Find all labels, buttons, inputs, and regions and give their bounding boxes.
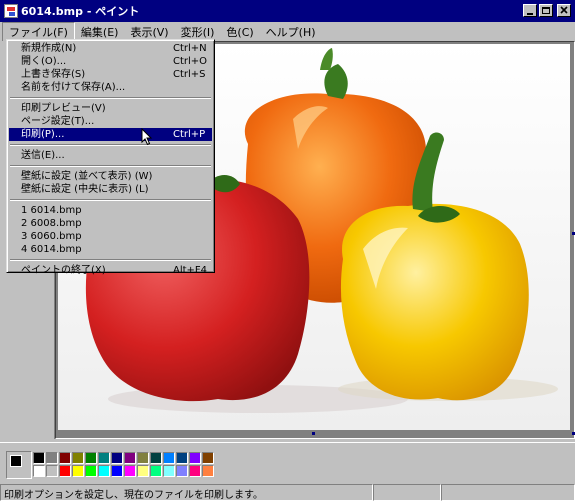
menu-item-label: 壁紙に設定 (並べて表示) (W) [21,171,153,182]
paint-app-icon[interactable] [4,4,18,18]
resize-handle-bottom[interactable] [312,432,315,435]
menu-item-label: 名前を付けて保存(A)... [21,82,126,93]
maximize-button[interactable] [539,4,553,17]
menu-item-label: ペイントの終了(X) [21,265,106,276]
menu-separator [9,256,212,264]
menu-item-shortcut: Ctrl+N [173,43,207,54]
menu-item-shortcut: Ctrl+S [173,69,206,80]
menu-item-shortcut: Ctrl+P [173,129,206,140]
palette-swatch[interactable] [202,465,214,477]
status-coords [373,484,441,501]
menu-item-label: 印刷プレビュー(V) [21,103,106,114]
palette-swatch[interactable] [124,465,136,477]
menu-edit[interactable]: 編集(E) [75,23,125,41]
menu-image[interactable]: 変形(I) [175,23,221,41]
menu-item-label: 1 6014.bmp [21,205,82,216]
palette-swatch[interactable] [85,452,97,464]
status-message: 印刷オプションを設定し、現在のファイルを印刷します。 [0,484,373,501]
file-menu-item[interactable]: 新規作成(N) Ctrl+N [9,42,212,55]
menu-item-label: 新規作成(N) [21,43,77,54]
palette-swatch[interactable] [59,465,71,477]
menu-item-label: 印刷(P)... [21,129,65,140]
palette-swatch[interactable] [33,465,45,477]
status-bar: 印刷オプションを設定し、現在のファイルを印刷します。 [0,484,575,501]
palette-swatch[interactable] [124,452,136,464]
mouse-cursor-icon [141,128,153,146]
file-menu-item[interactable]: 3 6060.bmp [9,230,212,243]
palette-swatch[interactable] [137,465,149,477]
palette-swatch[interactable] [98,465,110,477]
menu-item-shortcut: Alt+F4 [173,265,208,276]
palette-swatch[interactable] [176,452,188,464]
menu-colors[interactable]: 色(C) [220,23,259,41]
menu-help[interactable]: ヘルプ(H) [260,23,322,41]
window-title: 6014.bmp - ペイント [21,5,140,18]
palette-swatch[interactable] [46,452,58,464]
close-button[interactable] [557,4,571,17]
window-controls [523,4,571,17]
menu-item-label: 3 6060.bmp [21,231,82,242]
palette-swatch[interactable] [189,452,201,464]
file-menu-item[interactable]: 名前を付けて保存(A)... [9,81,212,94]
current-colors[interactable] [6,451,32,479]
file-menu-item[interactable]: ペイントの終了(X) Alt+F4 [9,264,212,277]
palette-swatch[interactable] [85,465,97,477]
palette-swatches [33,452,214,477]
menu-separator [9,196,212,204]
close-icon [560,6,568,14]
palette-swatch[interactable] [150,452,162,464]
file-menu-item[interactable]: 2 6008.bmp [9,217,212,230]
file-menu-item[interactable]: 開く(O)... Ctrl+O [9,55,212,68]
palette-swatch[interactable] [72,452,84,464]
file-menu-item[interactable]: 1 6014.bmp [9,204,212,217]
palette-swatch[interactable] [111,452,123,464]
palette-swatch[interactable] [150,465,162,477]
palette-swatch[interactable] [33,452,45,464]
menu-item-label: 2 6008.bmp [21,218,82,229]
maximize-icon [542,7,550,14]
palette-swatch[interactable] [176,465,188,477]
file-menu-item[interactable]: 送信(E)... [9,149,212,162]
file-menu-dropdown: 新規作成(N) Ctrl+N 開く(O)... Ctrl+O 上書き保存(S) Ctrl+… [6,39,215,276]
palette-swatch[interactable] [72,465,84,477]
palette-swatch[interactable] [137,452,149,464]
file-menu-item[interactable]: ページ設定(T)... [9,115,212,128]
menu-separator [9,94,212,102]
menu-separator [9,141,212,149]
palette-swatch[interactable] [46,465,58,477]
palette-swatch[interactable] [111,465,123,477]
file-menu-item[interactable]: 壁紙に設定 (並べて表示) (W) [9,170,212,183]
menu-item-label: ページ設定(T)... [21,116,95,127]
palette-swatch[interactable] [98,452,110,464]
palette-swatch[interactable] [59,452,71,464]
file-menu-item[interactable]: 壁紙に設定 (中央に表示) (L) [9,183,212,196]
menu-item-label: 壁紙に設定 (中央に表示) (L) [21,184,149,195]
palette-swatch[interactable] [189,465,201,477]
status-size [441,484,575,501]
menu-item-label: 開く(O)... [21,56,67,67]
menu-item-shortcut: Ctrl+O [173,56,208,67]
menu-view[interactable]: 表示(V) [124,23,174,41]
file-menu-item[interactable]: 上書き保存(S) Ctrl+S [9,68,212,81]
title-bar[interactable]: 6014.bmp - ペイント [0,0,575,22]
file-menu-item[interactable]: 4 6014.bmp [9,243,212,256]
menu-item-label: 4 6014.bmp [21,244,82,255]
minimize-button[interactable] [523,4,537,17]
file-menu-item[interactable]: 印刷(P)... Ctrl+P [9,128,212,141]
primary-color [10,455,22,467]
menu-separator [9,162,212,170]
color-palette [0,442,575,484]
menu-item-label: 上書き保存(S) [21,69,86,80]
menu-item-label: 送信(E)... [21,150,65,161]
minimize-icon [527,13,533,15]
palette-swatch[interactable] [163,465,175,477]
file-menu-item[interactable]: 印刷プレビュー(V) [9,102,212,115]
palette-swatch[interactable] [202,452,214,464]
palette-swatch[interactable] [163,452,175,464]
